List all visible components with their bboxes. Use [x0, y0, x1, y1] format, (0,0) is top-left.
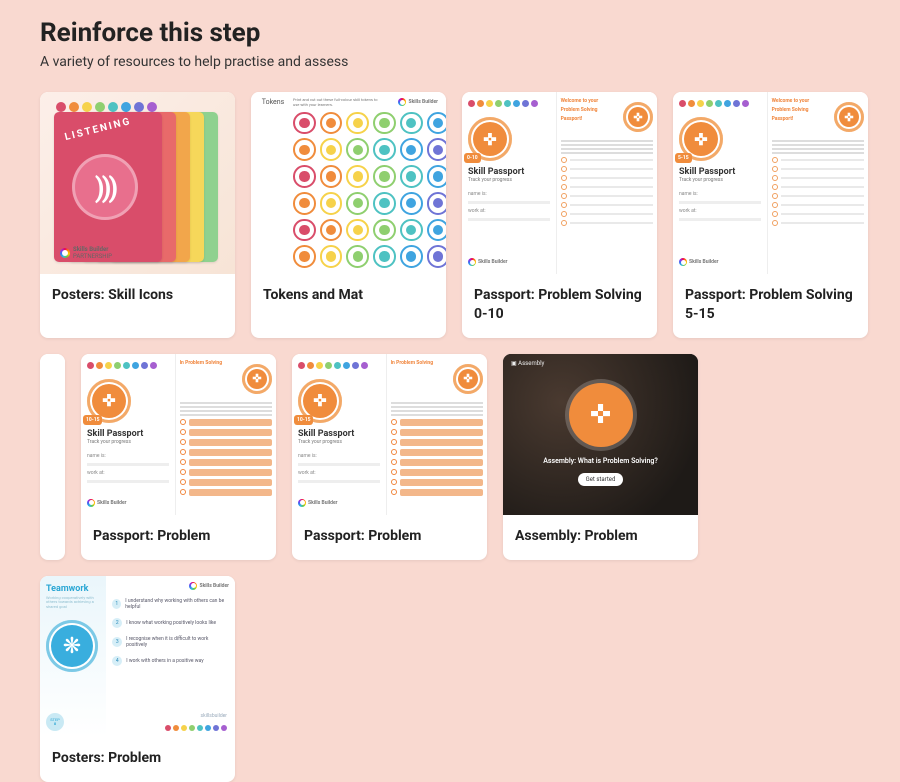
resource-card[interactable]: ✜10-15 Skill Passport Track your progres…: [292, 354, 487, 560]
skillsbuilder-logo: Skills Builder: [468, 258, 550, 266]
assembly-tag: ▣ Assembly: [511, 360, 544, 367]
resource-card[interactable]: Teamwork Working cooperatively with othe…: [40, 576, 235, 782]
skillsbuilder-logo: Skills Builder: [87, 499, 169, 507]
card-title: Passport: Problem Solving 0-10: [462, 274, 657, 338]
passport-subtitle: Track your progress: [679, 177, 761, 183]
resource-card[interactable]: LISTENING ))) Skills BuilderPARTNERSHIP …: [40, 92, 235, 338]
skill-dot-row: [298, 362, 380, 369]
page-title: Reinforce this step: [40, 18, 900, 48]
problem-solving-icon: ✜10-15: [87, 379, 131, 423]
listening-icon: ))): [72, 154, 138, 220]
skillsbuilder-logo: Skills BuilderPARTNERSHIP: [60, 246, 112, 260]
skillsbuilder-logo: Skills Builder: [398, 98, 438, 106]
resource-grid: LISTENING ))) Skills BuilderPARTNERSHIP …: [40, 92, 900, 782]
skillsbuilder-logo: Skills Builder: [189, 582, 229, 590]
passport-subtitle: Track your progress: [298, 439, 380, 445]
teamwork-icon: ❋: [46, 620, 98, 672]
resource-card[interactable]: Tokens Print and cut out these full-colo…: [251, 92, 446, 338]
resource-card[interactable]: ✜5-15 Skill Passport Track your progress…: [673, 92, 868, 338]
skillsbuilder-logo: Skills Builder: [298, 499, 380, 507]
passport-title: Skill Passport: [468, 167, 550, 177]
passport-title: Skill Passport: [87, 429, 169, 439]
card-title: Posters: Skill Icons: [40, 274, 235, 319]
step-chip: STEP0: [46, 713, 64, 731]
problem-solving-icon: ✜: [242, 364, 272, 394]
card-title: Tokens and Mat: [251, 274, 446, 319]
skill-dot-row: [87, 362, 169, 369]
passport-subtitle: Track your progress: [87, 439, 169, 445]
tokens-side-label: Tokens: [259, 98, 287, 268]
get-started-button[interactable]: Get started: [578, 473, 624, 486]
passport-subtitle: Track your progress: [468, 177, 550, 183]
card-title: Assembly: Problem: [503, 515, 698, 560]
problem-solving-icon: ✜0-10: [468, 117, 512, 161]
resource-card[interactable]: ✜0-10 Skill Passport Track your progress…: [462, 92, 657, 338]
card-title: Posters: Problem: [40, 737, 235, 782]
passport-title: Skill Passport: [679, 167, 761, 177]
assembly-caption: Assembly: What is Problem Solving?: [543, 457, 658, 465]
problem-solving-icon: ✜: [623, 102, 653, 132]
card-title: Passport: Problem: [292, 515, 487, 560]
token-grid: [293, 112, 438, 268]
teamwork-heading: Teamwork: [46, 584, 100, 594]
problem-solving-icon: ✜5-15: [679, 117, 723, 161]
problem-solving-icon: ✜10-15: [298, 379, 342, 423]
problem-solving-icon: ✜: [453, 364, 483, 394]
card-title: Passport: Problem Solving 5-15: [673, 274, 868, 338]
resource-card[interactable]: ✜10-15 Skill Passport Track your progres…: [81, 354, 276, 560]
skill-dot-row: [679, 100, 761, 107]
problem-solving-icon: ✜: [569, 383, 633, 447]
card-title: Passport: Problem: [81, 515, 276, 560]
page-subtitle: A variety of resources to help practise …: [40, 54, 900, 70]
problem-solving-icon: ✜: [834, 102, 864, 132]
skill-dot-row: [468, 100, 550, 107]
resource-card-peek[interactable]: [40, 354, 65, 560]
skillsbuilder-logo: Skills Builder: [679, 258, 761, 266]
passport-title: Skill Passport: [298, 429, 380, 439]
resource-card[interactable]: ▣ Assembly ✜ Assembly: What is Problem S…: [503, 354, 698, 560]
